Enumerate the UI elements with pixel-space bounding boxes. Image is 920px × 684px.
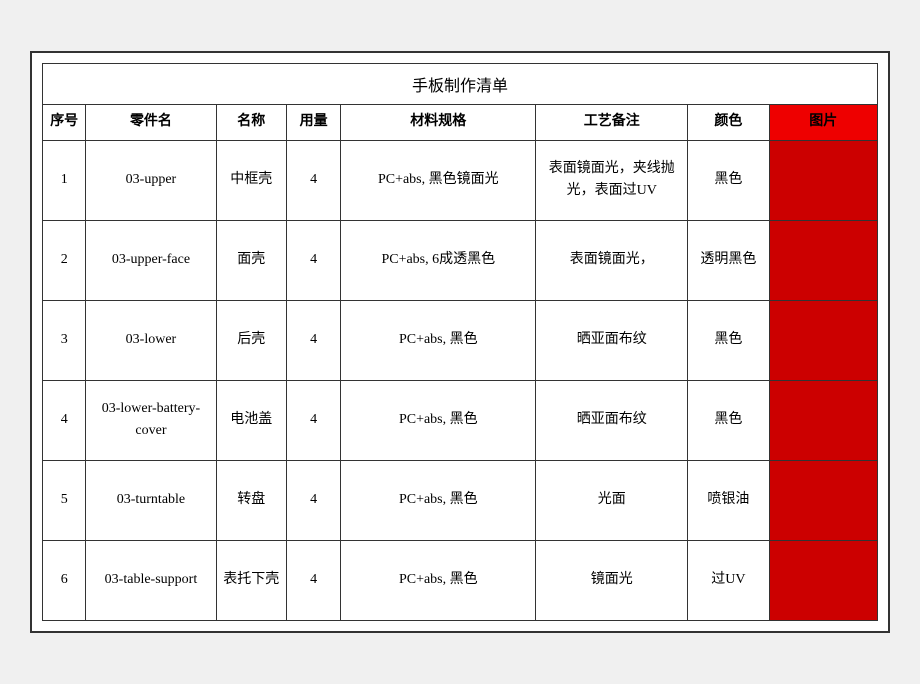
cell-seq: 4 — [43, 380, 86, 460]
header-seq: 序号 — [43, 105, 86, 140]
cell-process: 光面 — [536, 460, 688, 540]
cell-name: 面壳 — [216, 220, 286, 300]
header-name: 名称 — [216, 105, 286, 140]
cell-name: 表托下壳 — [216, 540, 286, 620]
cell-part: 03-turntable — [86, 460, 216, 540]
cell-qty: 4 — [286, 460, 340, 540]
cell-spec: PC+abs, 黑色 — [341, 300, 536, 380]
cell-process: 晒亚面布纹 — [536, 300, 688, 380]
table-row: 303-lower后壳4PC+abs, 黑色晒亚面布纹黑色 — [43, 300, 878, 380]
header-process: 工艺备注 — [536, 105, 688, 140]
cell-name: 电池盖 — [216, 380, 286, 460]
table-row: 203-upper-face面壳4PC+abs, 6成透黑色表面镜面光，透明黑色 — [43, 220, 878, 300]
cell-color: 黑色 — [688, 300, 769, 380]
cell-seq: 5 — [43, 460, 86, 540]
cell-part: 03-table-support — [86, 540, 216, 620]
cell-img — [769, 300, 877, 380]
header-img: 图片 — [769, 105, 877, 140]
table-row: 503-turntable转盘4PC+abs, 黑色光面喷银油 — [43, 460, 878, 540]
cell-process: 表面镜面光， — [536, 220, 688, 300]
cell-img — [769, 140, 877, 220]
cell-seq: 2 — [43, 220, 86, 300]
cell-seq: 1 — [43, 140, 86, 220]
table-row: 603-table-support表托下壳4PC+abs, 黑色镜面光过UV — [43, 540, 878, 620]
cell-name: 中框壳 — [216, 140, 286, 220]
cell-qty: 4 — [286, 380, 340, 460]
cell-color: 喷银油 — [688, 460, 769, 540]
cell-qty: 4 — [286, 540, 340, 620]
header-spec: 材料规格 — [341, 105, 536, 140]
cell-spec: PC+abs, 黑色镜面光 — [341, 140, 536, 220]
table-row: 103-upper中框壳4PC+abs, 黑色镜面光表面镜面光，夹线抛光，表面过… — [43, 140, 878, 220]
cell-name: 转盘 — [216, 460, 286, 540]
cell-img — [769, 220, 877, 300]
cell-name: 后壳 — [216, 300, 286, 380]
table-title: 手板制作清单 — [42, 63, 878, 104]
cell-seq: 3 — [43, 300, 86, 380]
cell-spec: PC+abs, 6成透黑色 — [341, 220, 536, 300]
cell-part: 03-upper — [86, 140, 216, 220]
cell-img — [769, 380, 877, 460]
header-part: 零件名 — [86, 105, 216, 140]
cell-color: 黑色 — [688, 140, 769, 220]
cell-spec: PC+abs, 黑色 — [341, 540, 536, 620]
table-row: 403-lower-battery-cover电池盖4PC+abs, 黑色晒亚面… — [43, 380, 878, 460]
cell-qty: 4 — [286, 220, 340, 300]
header-color: 颜色 — [688, 105, 769, 140]
cell-part: 03-lower-battery-cover — [86, 380, 216, 460]
cell-part: 03-upper-face — [86, 220, 216, 300]
cell-qty: 4 — [286, 140, 340, 220]
main-container: 手板制作清单 序号 零件名 名称 用量 材料规格 工艺备注 颜色 图片 103-… — [30, 51, 890, 632]
cell-img — [769, 540, 877, 620]
cell-seq: 6 — [43, 540, 86, 620]
cell-color: 透明黑色 — [688, 220, 769, 300]
cell-qty: 4 — [286, 300, 340, 380]
cell-spec: PC+abs, 黑色 — [341, 380, 536, 460]
cell-process: 晒亚面布纹 — [536, 380, 688, 460]
cell-process: 表面镜面光，夹线抛光，表面过UV — [536, 140, 688, 220]
parts-table: 序号 零件名 名称 用量 材料规格 工艺备注 颜色 图片 103-upper中框… — [42, 104, 878, 620]
cell-color: 过UV — [688, 540, 769, 620]
cell-process: 镜面光 — [536, 540, 688, 620]
cell-spec: PC+abs, 黑色 — [341, 460, 536, 540]
header-qty: 用量 — [286, 105, 340, 140]
cell-color: 黑色 — [688, 380, 769, 460]
cell-part: 03-lower — [86, 300, 216, 380]
cell-img — [769, 460, 877, 540]
